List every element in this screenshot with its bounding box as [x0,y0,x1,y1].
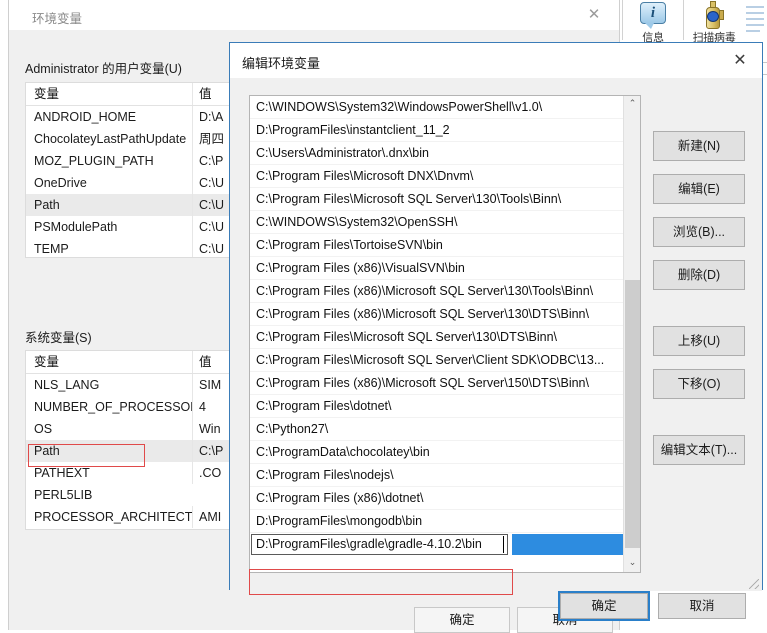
variable-name: Path [34,198,60,212]
list-item[interactable]: C:\Program Files\Microsoft DNX\Dnvm\ [250,165,623,188]
table-row[interactable]: PATHEXT .CO [26,462,236,484]
vertical-scrollbar[interactable]: ⌃ ⌄ [623,96,640,572]
scrollbar-thumb[interactable] [625,280,640,548]
table-row[interactable]: Path C:\P [26,440,236,462]
variable-name: OS [34,422,53,436]
toolbar-button-info[interactable]: i 信息 [623,0,683,45]
background-titlebar: 环境变量 ✕ [9,0,619,30]
delete-button[interactable]: 删除(D) [653,260,745,290]
variable-name: PROCESSOR_ARCHITECT... [34,510,192,524]
table-row[interactable]: TEMP C:\U [26,238,236,257]
cancel-button[interactable]: 取消 [658,593,746,619]
edit-button[interactable]: 编辑(E) [653,174,745,204]
system-variables-table[interactable]: 变量 值 NLS_LANG SIM NUMBER_OF_PROCESSORS 4… [25,350,237,530]
list-item[interactable]: C:\Program Files\dotnet\ [250,395,623,418]
variable-name: TEMP [34,242,69,256]
dialog-title: 编辑环境变量 [242,56,321,71]
list-item[interactable]: C:\Users\Administrator\.dnx\bin [250,142,623,165]
list-item[interactable]: C:\Program Files\TortoiseSVN\bin [250,234,623,257]
variable-name: Path [34,444,60,458]
selection-highlight [512,534,623,555]
table-row[interactable]: NLS_LANG SIM [26,374,236,396]
list-item[interactable]: D:\ProgramFiles\mongodb\bin [250,510,623,533]
list-item[interactable]: C:\ProgramData\chocolatey\bin [250,441,623,464]
list-item[interactable]: C:\Program Files (x86)\dotnet\ [250,487,623,510]
variable-name: OneDrive [34,176,87,190]
variable-name: PERL5LIB [34,488,93,502]
dialog-titlebar: 编辑环境变量 ✕ [230,43,762,78]
strip-line [746,24,764,26]
scroll-down-icon[interactable]: ⌄ [624,555,640,572]
variable-name: PSModulePath [34,220,118,234]
list-item[interactable]: C:\Program Files\Microsoft SQL Server\13… [250,188,623,211]
table-row[interactable]: PROCESSOR_ARCHITECT... AMI [26,506,236,528]
table-header: 变量 值 [26,351,236,374]
strip-line [746,6,764,8]
edit-environment-variable-dialog: 编辑环境变量 ✕ C:\WINDOWS\System32\WindowsPowe… [229,42,763,621]
list-item[interactable]: C:\Program Files\Microsoft SQL Server\13… [250,326,623,349]
variable-name: ChocolateyLastPathUpdate [34,132,187,146]
strip-line [746,18,764,20]
user-variables-label: Administrator 的用户变量(U) [25,62,182,76]
strip-line [746,12,764,14]
variable-name: MOZ_PLUGIN_PATH [34,154,154,168]
scroll-up-icon[interactable]: ⌃ [624,96,640,113]
list-item[interactable]: C:\WINDOWS\System32\OpenSSH\ [250,211,623,234]
ok-button[interactable]: 确定 [558,591,650,621]
table-row[interactable]: PSModulePath C:\U [26,216,236,238]
edit-text-button[interactable]: 编辑文本(T)... [653,435,745,465]
move-down-button[interactable]: 下移(O) [653,369,745,399]
browse-button[interactable]: 浏览(B)... [653,217,745,247]
list-item-editing[interactable]: D:\ProgramFiles\gradle\gradle-4.10.2\bin [250,533,623,557]
dialog-body: C:\WINDOWS\System32\WindowsPowerShell\v1… [230,78,762,621]
list-item[interactable]: C:\Program Files (x86)\Microsoft SQL Ser… [250,280,623,303]
table-row[interactable]: ChocolateyLastPathUpdate 周四 [26,128,236,150]
toolbar-button-virus-scan[interactable]: 扫描病毒 [684,0,744,45]
resize-grip-icon[interactable] [749,579,759,589]
new-button[interactable]: 新建(N) [653,131,745,161]
system-variables-label: 系统变量(S) [25,331,92,345]
table-row[interactable]: OS Win [26,418,236,440]
table-row[interactable]: OneDrive C:\U [26,172,236,194]
table-row[interactable]: MOZ_PLUGIN_PATH C:\P [26,150,236,172]
strip-line [746,30,760,32]
list-item[interactable]: C:\Program Files\Microsoft SQL Server\Cl… [250,349,623,372]
variable-name: PATHEXT [34,466,90,480]
list-item[interactable]: C:\Program Files (x86)\Microsoft SQL Ser… [250,303,623,326]
variable-name: NUMBER_OF_PROCESSORS [34,400,192,414]
table-row[interactable]: Path C:\U [26,194,236,216]
table-row[interactable]: NUMBER_OF_PROCESSORS 4 [26,396,236,418]
close-icon[interactable]: ✕ [575,0,613,29]
column-header-name: 变量 [34,355,60,369]
list-item[interactable]: C:\WINDOWS\System32\WindowsPowerShell\v1… [250,96,623,119]
path-entries-list[interactable]: C:\WINDOWS\System32\WindowsPowerShell\v1… [249,95,641,573]
close-icon[interactable]: ✕ [718,43,762,77]
list-item[interactable]: C:\Program Files\nodejs\ [250,464,623,487]
toolbar-icons: i 信息 扫描病毒 [622,0,744,45]
user-variables-table[interactable]: 变量 值 ANDROID_HOME D:\A ChocolateyLastPat… [25,82,237,258]
path-entries-viewport: C:\WINDOWS\System32\WindowsPowerShell\v1… [250,96,623,572]
background-window-title: 环境变量 [32,12,83,26]
table-row[interactable]: ANDROID_HOME D:\A [26,106,236,128]
list-item[interactable]: C:\Program Files (x86)\Microsoft SQL Ser… [250,372,623,395]
text-caret [503,536,504,553]
table-header: 变量 值 [26,83,236,106]
list-item[interactable]: C:\Python27\ [250,418,623,441]
info-balloon-icon: i [623,1,683,29]
column-header-name: 变量 [34,87,60,101]
path-edit-input[interactable]: D:\ProgramFiles\gradle\gradle-4.10.2\bin [251,534,508,555]
variable-name: NLS_LANG [34,378,100,392]
spray-bottle-bug-icon [684,1,744,29]
table-row[interactable]: PERL5LIB [26,484,236,506]
background-ok-button[interactable]: 确定 [414,607,510,633]
move-up-button[interactable]: 上移(U) [653,326,745,356]
variable-name: ANDROID_HOME [34,110,137,124]
list-item[interactable]: D:\ProgramFiles\instantclient_11_2 [250,119,623,142]
list-item[interactable]: C:\Program Files (x86)\VisualSVN\bin [250,257,623,280]
